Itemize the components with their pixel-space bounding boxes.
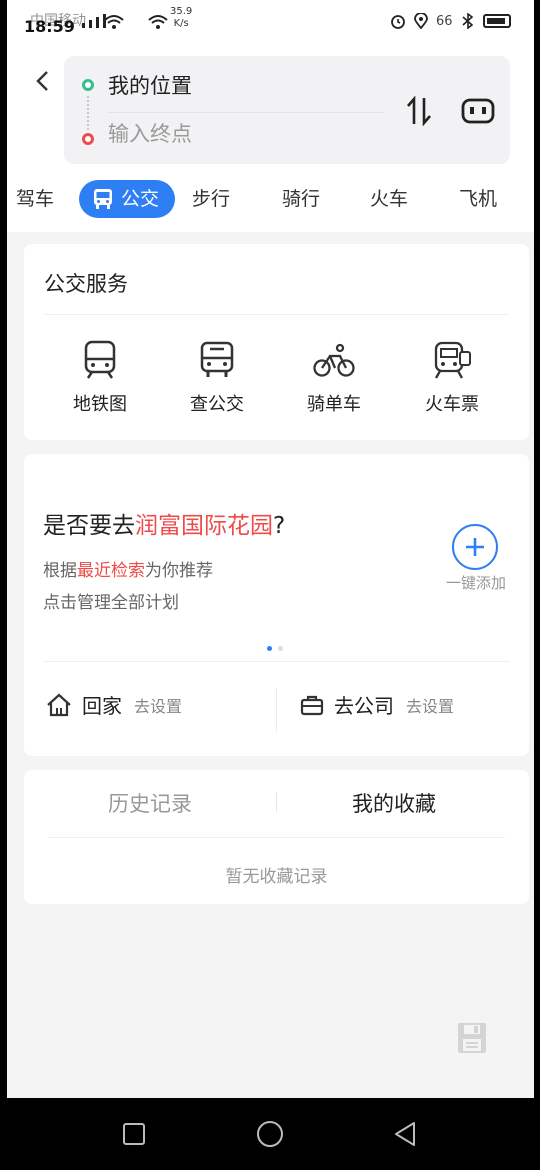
route-input-box: 我的位置 (64, 56, 510, 164)
recommendation-question: 是否要去润富国际花园? (43, 513, 286, 539)
recommendation-card[interactable]: 是否要去润富国际花园? 根据最近检索为你推荐 点击管理全部计划 一键添加 回家 … (24, 454, 529, 756)
route-connector (87, 96, 89, 130)
service-label: 地铁图 (73, 394, 127, 415)
car-icon (461, 98, 495, 124)
divider (43, 661, 510, 662)
bicycle-icon (284, 340, 384, 380)
train-ticket-icon (402, 340, 502, 380)
network-speed: 35.9 K/s (170, 6, 193, 29)
tab-bus-label: 公交 (121, 188, 160, 210)
manage-plans-link[interactable]: 点击管理全部计划 (43, 588, 179, 613)
home-button-icon[interactable] (256, 1120, 284, 1148)
service-label: 查公交 (190, 394, 244, 415)
recent-apps-icon[interactable] (120, 1120, 148, 1148)
chevron-left-icon (36, 71, 48, 91)
home-shortcut[interactable]: 回家 去设置 (46, 690, 182, 719)
divider (276, 688, 277, 732)
location-icon (414, 13, 428, 29)
app-window: 公交服务 地铁图 查公交 骑单车 火车票 是否要去润富国际花园? 根据最近检索为… (7, 0, 534, 1098)
service-label: 骑单车 (307, 394, 361, 415)
battery-icon (482, 14, 511, 28)
tab-bus[interactable]: 公交 (79, 180, 176, 218)
carousel-pager (267, 646, 283, 651)
tab-walk[interactable]: 步行 (192, 180, 230, 218)
home-status: 去设置 (134, 696, 183, 716)
briefcase-icon (300, 695, 324, 715)
company-label: 去公司 (334, 694, 394, 718)
status-bar: 中国移动 18:59 35.9 K/s 66 (0, 0, 540, 44)
signal-icon (82, 14, 106, 28)
tab-cycle[interactable]: 骑行 (282, 180, 320, 218)
start-location-field[interactable]: 我的位置 (108, 70, 192, 100)
bus-service-title: 公交服务 (44, 272, 128, 296)
screen: 公交服务 地铁图 查公交 骑单车 火车票 是否要去润富国际花园? 根据最近检索为… (0, 0, 540, 1170)
end-dot-icon (82, 133, 94, 145)
divider (48, 837, 505, 838)
plus-icon (466, 538, 484, 556)
tab-drive[interactable]: 驾车 (16, 180, 54, 218)
pager-dot (278, 646, 283, 651)
tab-train[interactable]: 火车 (370, 180, 408, 218)
wifi-icon (104, 15, 124, 29)
destination-input[interactable] (108, 122, 378, 146)
system-navigation-bar (0, 1098, 540, 1170)
service-train-ticket[interactable]: 火车票 (402, 340, 502, 416)
divider (44, 314, 509, 315)
quick-add-label: 一键添加 (445, 574, 506, 592)
tab-favorites[interactable]: 我的收藏 (352, 788, 436, 818)
divider (276, 792, 277, 812)
service-bike[interactable]: 骑单车 (284, 340, 384, 416)
recommendation-reason: 根据最近检索为你推荐 (43, 561, 213, 581)
quick-add-button[interactable] (452, 524, 498, 570)
back-nav-icon[interactable] (392, 1120, 420, 1148)
empty-favorites-text: 暂无收藏记录 (225, 867, 328, 887)
ride-mode-button[interactable] (458, 94, 498, 128)
swap-route-button[interactable] (402, 94, 436, 128)
back-button[interactable] (30, 66, 54, 96)
subway-icon (50, 340, 150, 380)
company-shortcut[interactable]: 去公司 去设置 (300, 690, 454, 719)
service-subway-map[interactable]: 地铁图 (50, 340, 150, 416)
tab-flight[interactable]: 飞机 (459, 180, 497, 218)
records-card: 历史记录 我的收藏 暂无收藏记录 (24, 770, 529, 904)
battery-percent: 66 (436, 13, 453, 29)
save-icon[interactable] (457, 1022, 487, 1054)
bus-service-card: 公交服务 地铁图 查公交 骑单车 火车票 (24, 244, 529, 440)
service-label: 火车票 (425, 394, 479, 415)
recommended-place: 润富国际花园 (135, 513, 273, 539)
service-bus-lookup[interactable]: 查公交 (167, 340, 267, 416)
company-status: 去设置 (406, 696, 455, 716)
bus-icon (94, 189, 112, 209)
status-right-icons: 66 (390, 13, 511, 29)
transport-mode-tabs: 驾车 公交 步行 骑行 火车 飞机 (0, 180, 540, 220)
home-label: 回家 (82, 694, 122, 718)
pager-dot-active (267, 646, 272, 651)
status-time: 18:59 (24, 17, 75, 36)
start-dot-icon (82, 79, 94, 91)
swap-icon (407, 96, 431, 126)
tab-history[interactable]: 历史记录 (108, 788, 192, 818)
wifi-icon (148, 15, 168, 29)
divider (108, 112, 384, 113)
bus-icon (167, 340, 267, 380)
bluetooth-icon (462, 13, 473, 29)
home-icon (47, 693, 71, 716)
alarm-icon (391, 15, 405, 29)
